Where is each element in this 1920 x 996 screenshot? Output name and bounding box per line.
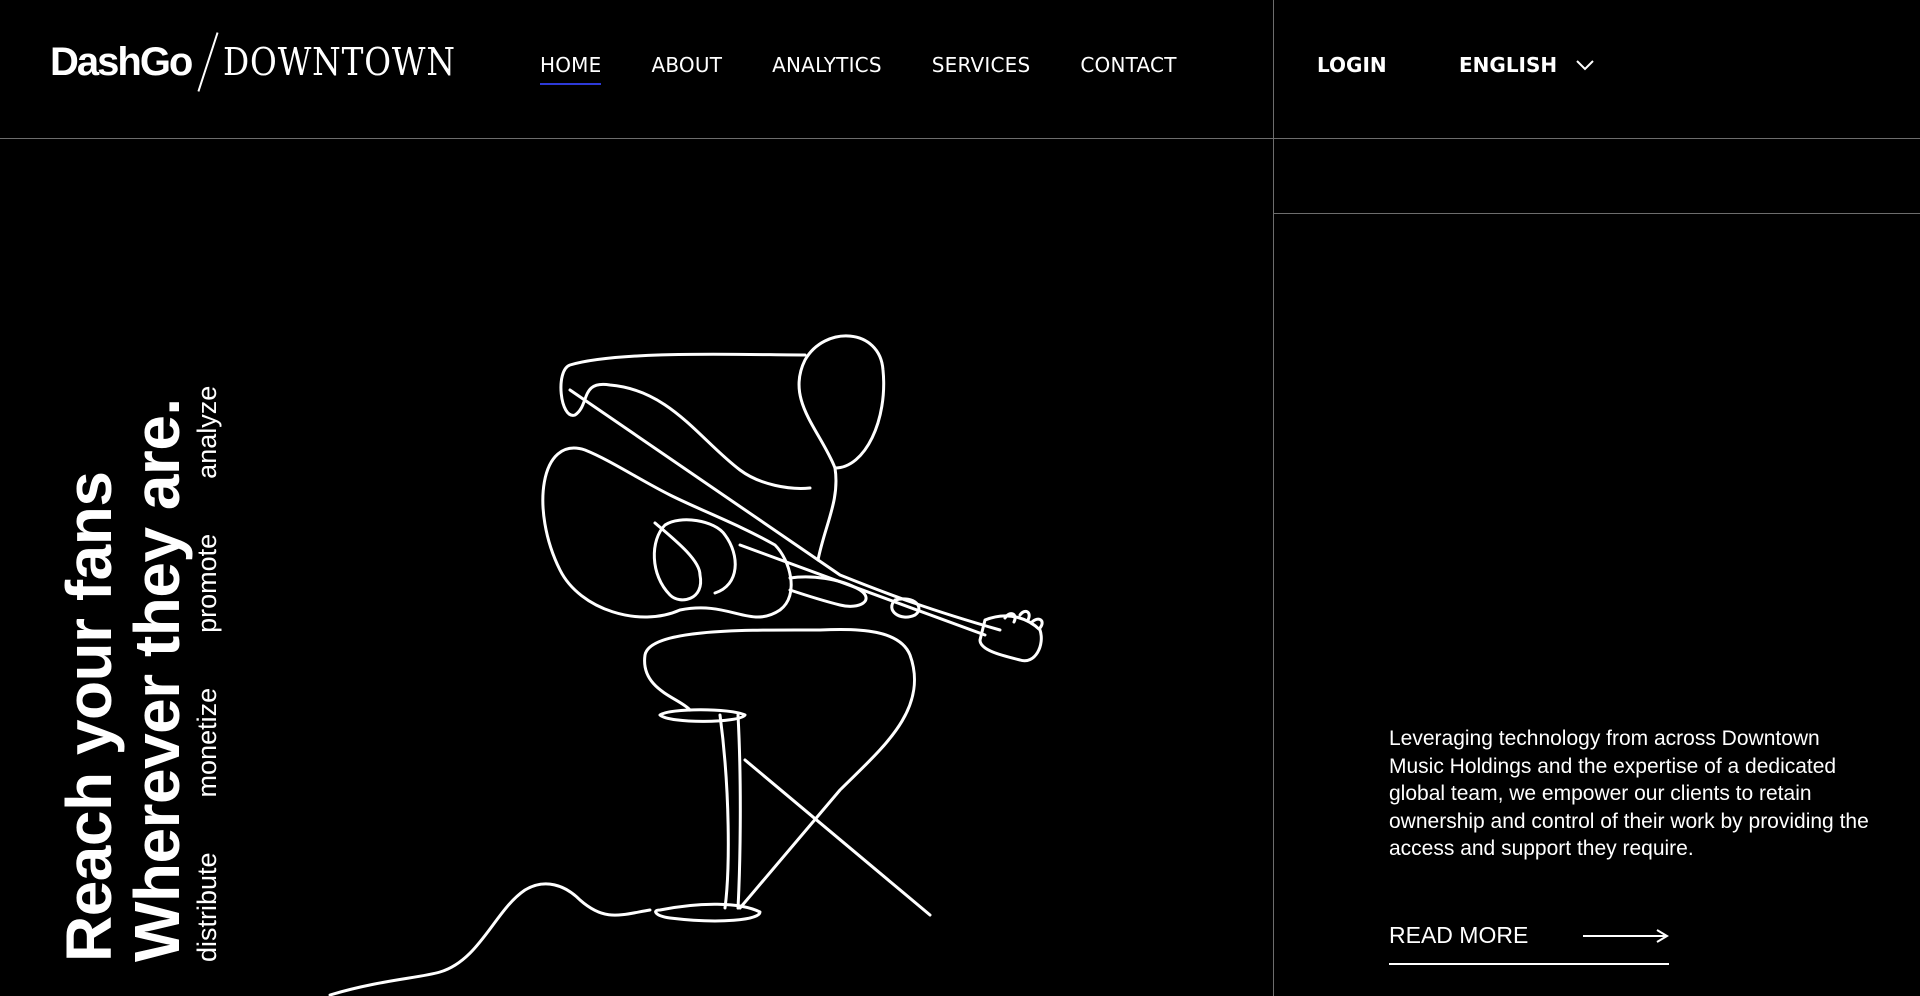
page: DashGo DOWNTOWN HOME ABOUT ANALYTICS SER…	[0, 0, 1920, 996]
verb-analyze: analyze	[192, 385, 222, 479]
logo-dashgo: DashGo	[50, 39, 193, 84]
nav-contact[interactable]: CONTACT	[1080, 53, 1176, 77]
description-text: Leveraging technology from across Downto…	[1389, 727, 1869, 860]
nav-home[interactable]: HOME	[540, 53, 602, 85]
right-panel-divider	[1273, 213, 1920, 214]
nav-about[interactable]: ABOUT	[651, 53, 722, 77]
logo-downtown: DOWNTOWN	[223, 40, 457, 84]
language-label: ENGLISH	[1459, 53, 1558, 77]
nav-services[interactable]: SERVICES	[932, 53, 1031, 77]
chevron-down-icon	[1576, 60, 1594, 71]
language-selector[interactable]: ENGLISH	[1459, 53, 1595, 77]
main-nav: HOME ABOUT ANALYTICS SERVICES CONTACT	[540, 53, 1227, 85]
hero-verbs: distribute monetize promote analyze	[192, 386, 223, 962]
hero-headline-line1: Reach your fans	[53, 471, 125, 962]
logo[interactable]: DashGo DOWNTOWN	[50, 30, 494, 94]
logo-slash	[197, 32, 219, 92]
verb-distribute: distribute	[192, 852, 222, 962]
vertical-divider	[1273, 0, 1274, 996]
nav-analytics[interactable]: ANALYTICS	[772, 53, 882, 77]
header-divider	[0, 138, 1920, 139]
arrow-right-icon	[1583, 928, 1669, 943]
read-more-link[interactable]: READ MORE	[1389, 922, 1669, 965]
read-more-label: READ MORE	[1389, 922, 1529, 948]
verb-promote: promote	[192, 533, 222, 633]
hero-headline-line2: Wherever they are.	[121, 398, 193, 962]
login-link[interactable]: LOGIN	[1317, 53, 1387, 77]
verb-monetize: monetize	[192, 687, 222, 798]
guitar-player-illustration	[328, 334, 1044, 996]
